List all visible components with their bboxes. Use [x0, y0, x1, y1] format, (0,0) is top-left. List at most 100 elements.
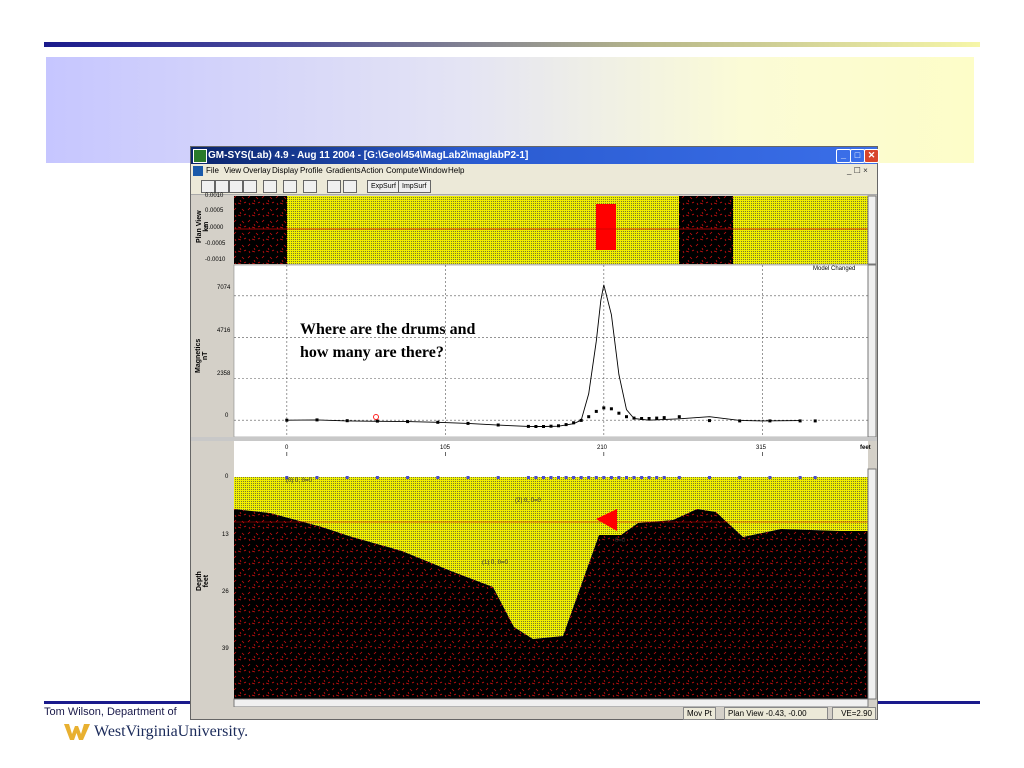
- minimize-button[interactable]: _: [836, 149, 851, 163]
- plan-view-map[interactable]: [234, 196, 868, 264]
- station-marker[interactable]: [617, 476, 621, 479]
- station-marker[interactable]: [662, 476, 666, 479]
- station-marker[interactable]: [655, 476, 659, 479]
- station-marker[interactable]: [345, 476, 349, 479]
- observed-data-point[interactable]: [375, 419, 379, 423]
- observed-data-point[interactable]: [662, 416, 666, 420]
- observed-data-point[interactable]: [647, 417, 651, 420]
- menu-profile[interactable]: Profile: [300, 164, 323, 178]
- plan-view-drum-target[interactable]: [596, 204, 616, 250]
- station-marker[interactable]: [564, 476, 568, 479]
- observed-data-point[interactable]: [534, 425, 538, 428]
- observed-data-point[interactable]: [768, 419, 772, 423]
- observed-data-point[interactable]: [549, 424, 553, 428]
- observed-data-point[interactable]: [542, 425, 545, 428]
- mdi-controls[interactable]: _ ☐ ×: [847, 164, 868, 178]
- station-marker[interactable]: [572, 476, 576, 479]
- observed-data-point[interactable]: [572, 421, 576, 425]
- observed-data-point[interactable]: [496, 423, 500, 427]
- observed-data-point[interactable]: [708, 419, 711, 423]
- station-marker[interactable]: [375, 476, 379, 479]
- station-marker[interactable]: [406, 476, 410, 479]
- menu-help[interactable]: Help: [448, 164, 464, 178]
- station-marker[interactable]: [557, 476, 560, 479]
- menu-compute[interactable]: Compute: [386, 164, 418, 178]
- menu-file[interactable]: File: [206, 164, 219, 178]
- observed-data-point[interactable]: [557, 424, 560, 428]
- model-canvas[interactable]: [191, 195, 877, 707]
- station-marker[interactable]: [436, 476, 440, 479]
- panel-splitter[interactable]: [191, 437, 877, 441]
- observed-data-point[interactable]: [655, 416, 659, 420]
- station-marker[interactable]: [625, 476, 628, 479]
- observed-data-point[interactable]: [436, 420, 440, 424]
- window-titlebar[interactable]: GM-SYS(Lab) 4.9 - Aug 11 2004 - [G:\Geol…: [191, 147, 879, 164]
- calculator-icon[interactable]: [283, 180, 297, 193]
- observed-data-point[interactable]: [609, 407, 613, 411]
- plan-view-body-right[interactable]: [679, 196, 733, 264]
- station-marker[interactable]: [496, 476, 500, 479]
- station-marker[interactable]: [466, 476, 470, 479]
- station-marker[interactable]: [738, 476, 742, 479]
- observed-data-point[interactable]: [813, 419, 817, 423]
- station-marker[interactable]: [587, 476, 591, 479]
- observed-data-point[interactable]: [677, 415, 681, 419]
- station-marker[interactable]: [549, 476, 553, 479]
- plan-view-scrollbar[interactable]: [867, 195, 877, 265]
- horizontal-scrollbar[interactable]: [233, 698, 869, 707]
- print-icon[interactable]: [243, 180, 257, 193]
- observed-data-point[interactable]: [738, 419, 742, 423]
- save-icon[interactable]: [229, 180, 243, 193]
- depth-scrollbar[interactable]: [867, 468, 877, 700]
- observed-data-point[interactable]: [285, 418, 289, 422]
- menu-view[interactable]: View: [224, 164, 241, 178]
- menu-window[interactable]: Window: [419, 164, 447, 178]
- station-marker[interactable]: [813, 476, 817, 479]
- maximize-button[interactable]: □: [850, 149, 865, 163]
- observed-data-point[interactable]: [315, 418, 319, 422]
- station-marker[interactable]: [315, 476, 319, 479]
- impsurf-button[interactable]: ImpSurf: [398, 180, 431, 193]
- observed-data-point[interactable]: [602, 406, 606, 410]
- menu-display[interactable]: Display: [272, 164, 298, 178]
- document-icon[interactable]: [193, 166, 203, 176]
- observed-data-point[interactable]: [632, 416, 636, 420]
- station-marker[interactable]: [798, 476, 802, 479]
- station-marker[interactable]: [534, 476, 538, 479]
- station-marker[interactable]: [594, 476, 598, 479]
- close-button[interactable]: ✕: [864, 149, 879, 163]
- station-marker[interactable]: [542, 476, 545, 479]
- station-marker[interactable]: [579, 476, 583, 479]
- station-marker[interactable]: [602, 476, 606, 479]
- observed-data-point[interactable]: [579, 418, 583, 422]
- station-marker[interactable]: [708, 476, 711, 479]
- station-marker[interactable]: [647, 476, 651, 479]
- observed-data-point[interactable]: [625, 415, 628, 419]
- observed-data-point[interactable]: [587, 415, 591, 419]
- observed-data-point[interactable]: [466, 421, 470, 425]
- observed-data-point[interactable]: [345, 419, 349, 423]
- move-point-icon[interactable]: [343, 180, 357, 193]
- expsurf-button[interactable]: ExpSurf: [367, 180, 400, 193]
- new-file-icon[interactable]: [201, 180, 215, 193]
- observed-data-point[interactable]: [526, 424, 530, 428]
- plan-view-body-left[interactable]: [234, 196, 287, 264]
- station-marker[interactable]: [640, 476, 644, 479]
- observed-data-point[interactable]: [594, 409, 598, 413]
- observed-data-point[interactable]: [406, 420, 410, 424]
- stop-icon[interactable]: [303, 180, 317, 193]
- undo-icon[interactable]: [263, 180, 277, 193]
- observed-data-point[interactable]: [798, 419, 802, 423]
- observed-data-point[interactable]: [640, 417, 644, 420]
- station-marker[interactable]: [609, 476, 613, 479]
- observed-data-point[interactable]: [564, 423, 568, 427]
- open-folder-icon[interactable]: [215, 180, 229, 193]
- menu-overlay[interactable]: Overlay: [243, 164, 271, 178]
- station-marker[interactable]: [632, 476, 636, 479]
- menu-gradients[interactable]: Gradients: [326, 164, 361, 178]
- observed-data-point[interactable]: [617, 411, 621, 415]
- station-marker[interactable]: [768, 476, 772, 479]
- menu-action[interactable]: Action: [361, 164, 383, 178]
- station-marker[interactable]: [526, 476, 530, 479]
- add-point-icon[interactable]: [327, 180, 341, 193]
